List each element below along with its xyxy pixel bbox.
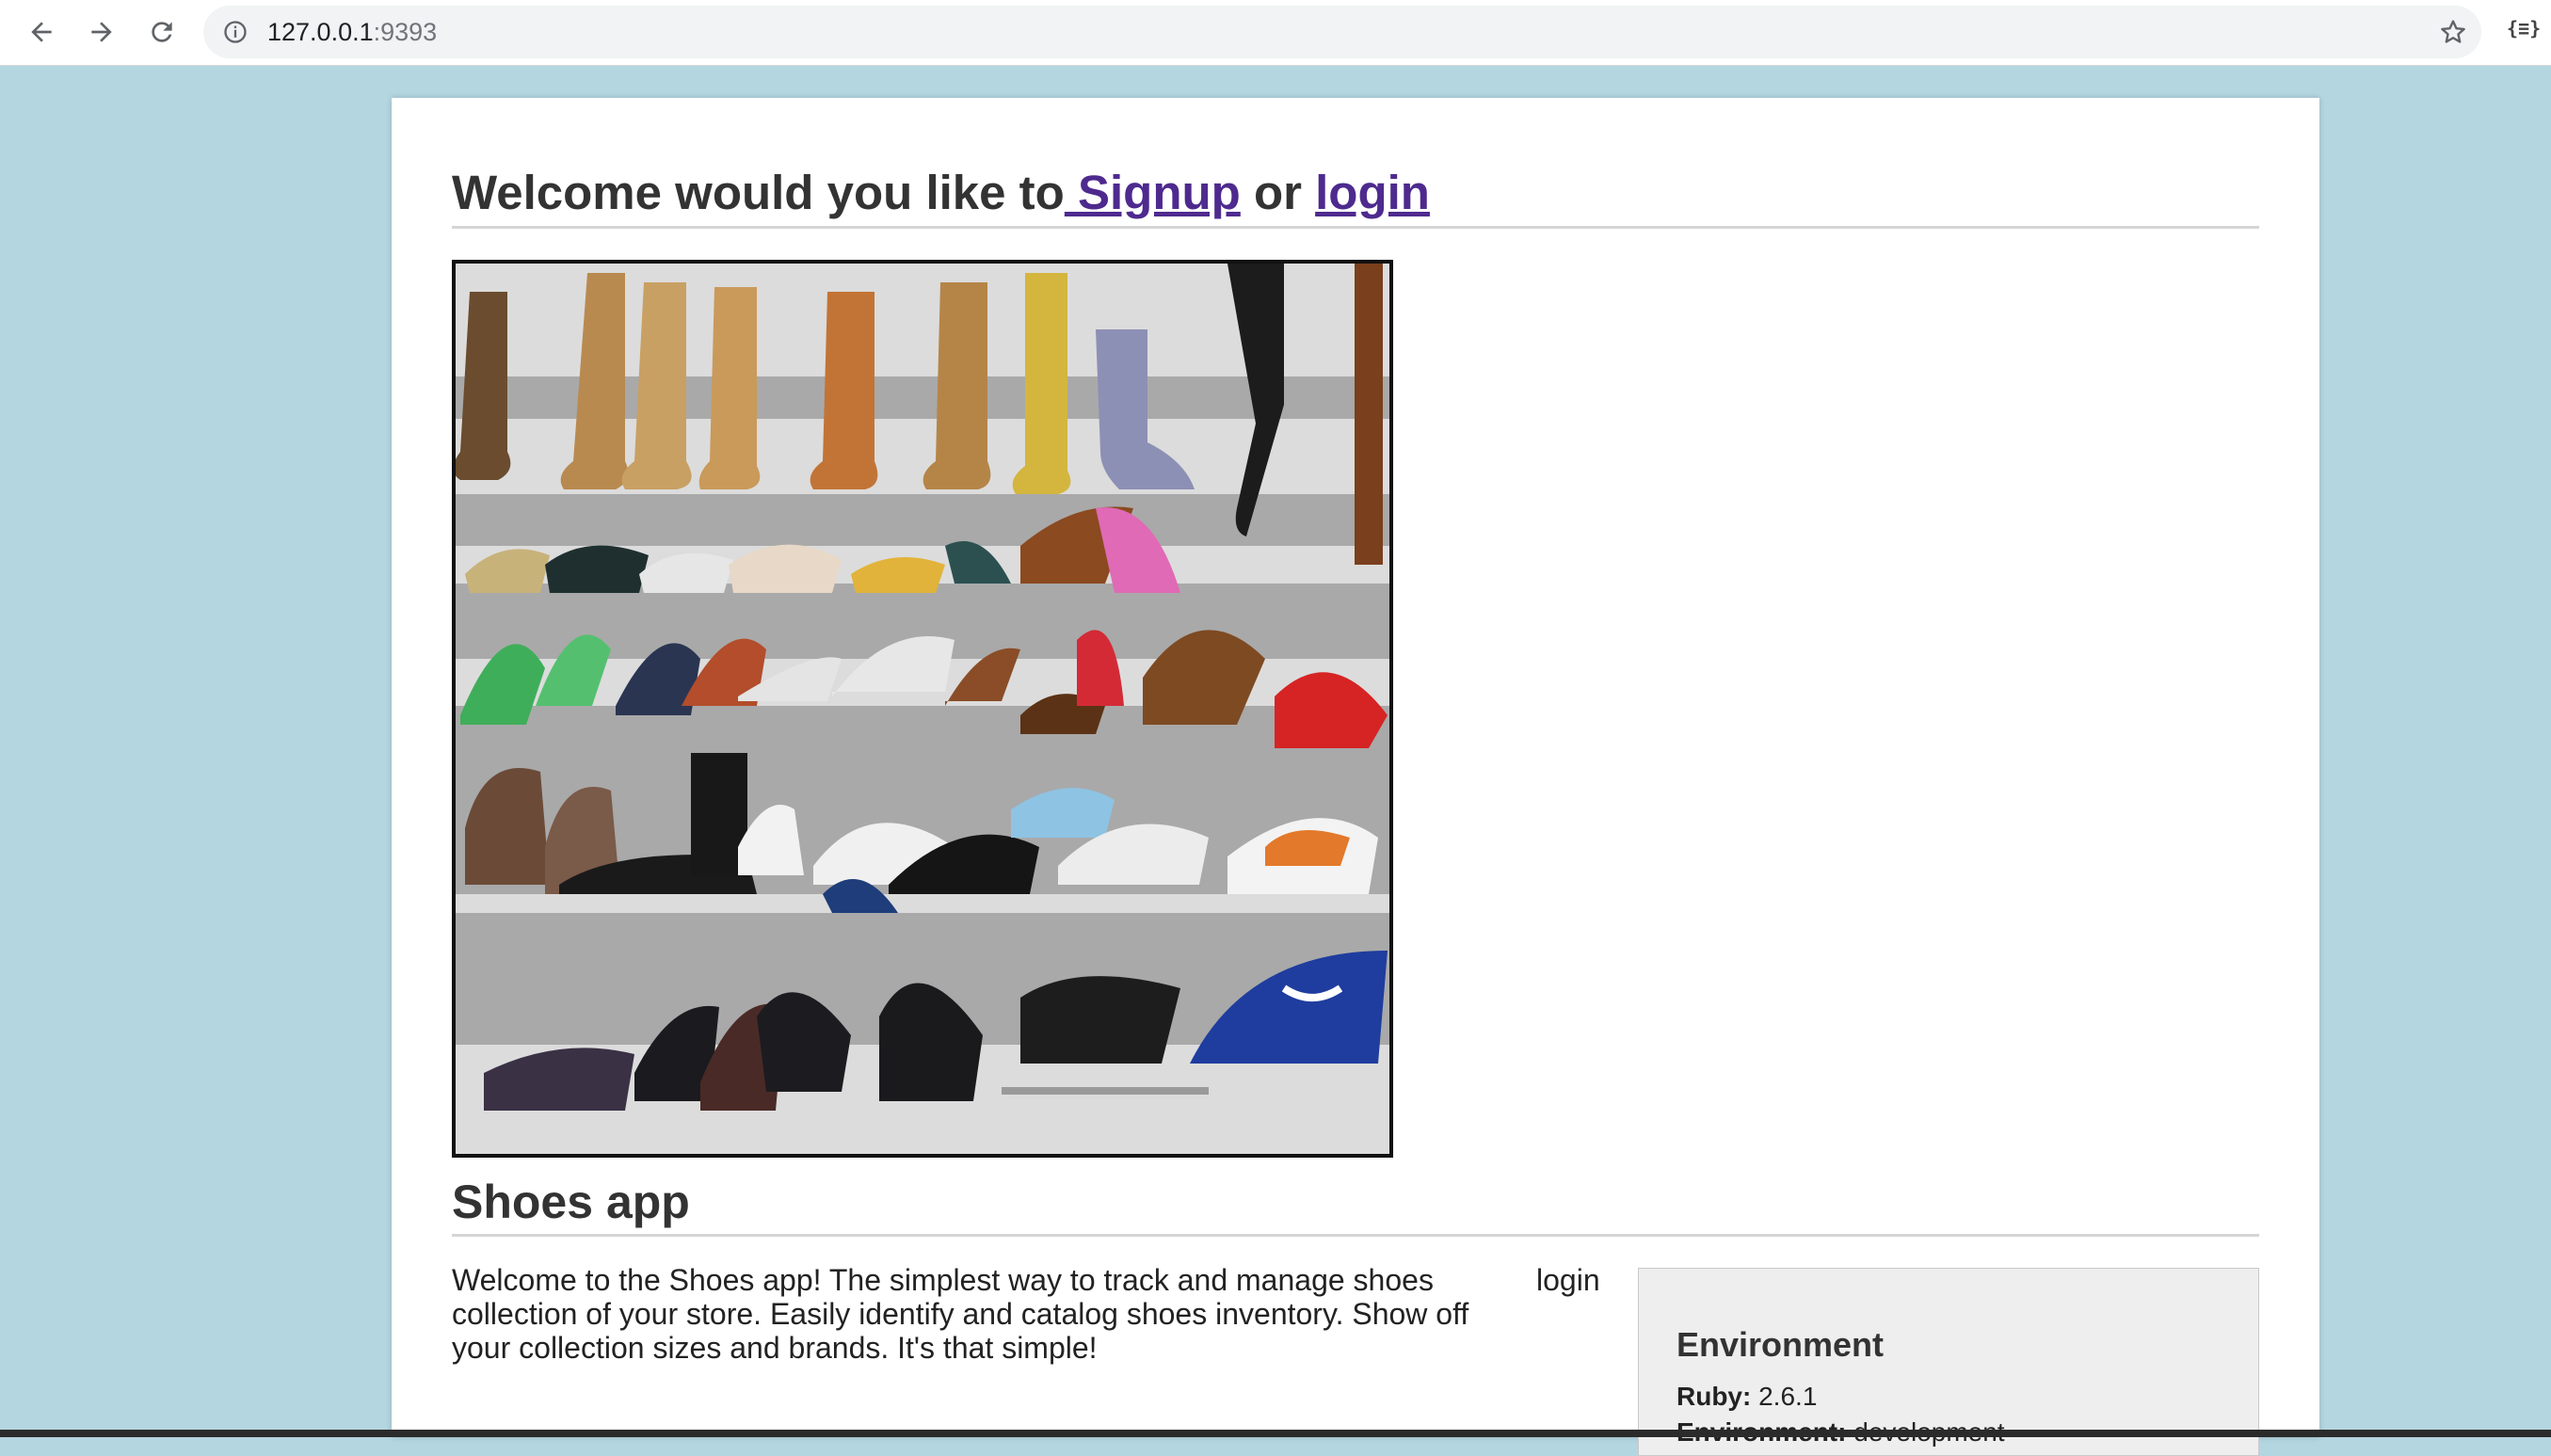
forward-icon bbox=[91, 22, 112, 42]
shoes-collage-graphic bbox=[456, 264, 1389, 1154]
app-title: Shoes app bbox=[452, 1176, 690, 1228]
or-text: or bbox=[1240, 166, 1316, 219]
login-link[interactable]: login bbox=[1315, 166, 1430, 219]
signup-link[interactable]: Signup bbox=[1065, 166, 1241, 219]
ruby-version-row: Ruby: 2.6.1 bbox=[1677, 1382, 1817, 1412]
url-text[interactable]: 127.0.0.1:9393 bbox=[267, 6, 437, 58]
back-button[interactable] bbox=[23, 13, 60, 51]
bottom-overlay-strip bbox=[0, 1430, 2551, 1437]
environment-panel: Environment Ruby: 2.6.1 Environment: dev… bbox=[1638, 1268, 2259, 1456]
app-intro-text: Welcome to the Shoes app! The simplest w… bbox=[452, 1263, 1469, 1365]
page-container: Welcome would you like to Signup or logi… bbox=[392, 98, 2319, 1456]
welcome-text: Welcome would you like to bbox=[452, 166, 1065, 219]
browser-toolbar: 127.0.0.1:9393 {≡} bbox=[0, 0, 2551, 66]
json-viewer-icon[interactable]: {≡} bbox=[2507, 17, 2541, 40]
ruby-label: Ruby: bbox=[1677, 1382, 1752, 1411]
address-bar[interactable]: 127.0.0.1:9393 bbox=[203, 6, 2481, 58]
shoes-collage-image bbox=[452, 260, 1393, 1158]
reload-icon bbox=[152, 22, 172, 42]
title-divider bbox=[452, 1234, 2259, 1237]
url-host: 127.0.0.1 bbox=[267, 18, 374, 46]
ruby-value: 2.6.1 bbox=[1758, 1382, 1818, 1411]
reload-button[interactable] bbox=[143, 13, 181, 51]
environment-title: Environment bbox=[1677, 1325, 1885, 1364]
info-icon[interactable] bbox=[222, 19, 249, 45]
back-icon bbox=[31, 22, 52, 42]
star-icon[interactable] bbox=[2438, 17, 2468, 47]
forward-button[interactable] bbox=[83, 13, 120, 51]
sidebar-login-link[interactable]: login bbox=[1536, 1263, 1600, 1297]
heading-divider bbox=[452, 226, 2259, 229]
welcome-heading: Welcome would you like to Signup or logi… bbox=[452, 158, 1430, 228]
url-port: :9393 bbox=[373, 18, 438, 46]
